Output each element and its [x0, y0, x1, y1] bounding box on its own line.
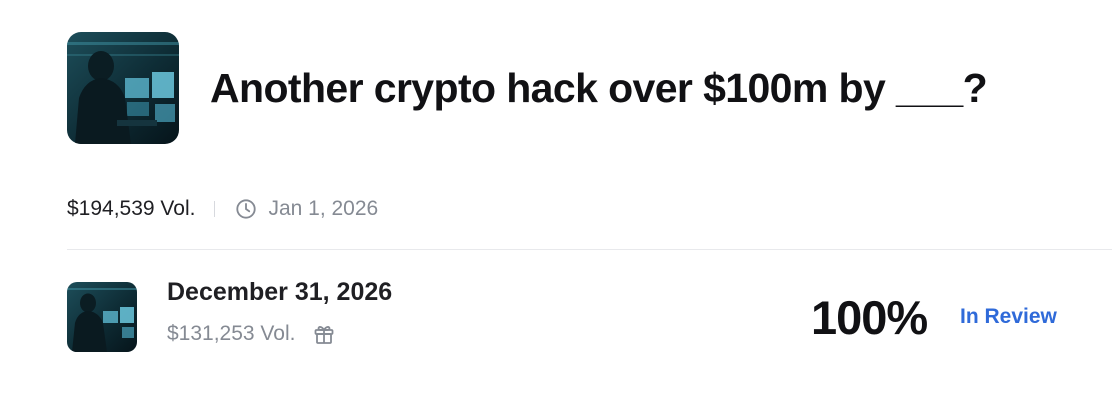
outcome-row[interactable]: December 31, 2026 $131,253 Vol. 100% In … — [67, 278, 1067, 352]
market-title: Another crypto hack over $100m by ___? — [210, 64, 988, 111]
market-end-date: Jan 1, 2026 — [268, 197, 379, 220]
market-image — [67, 32, 179, 144]
outcome-image — [67, 282, 137, 352]
outcome-probability: 100% — [811, 291, 928, 344]
market-volume: $194,539 Vol. — [67, 197, 196, 220]
outcome-status[interactable]: In Review — [960, 305, 1057, 329]
outcome-meta: $131,253 Vol. — [167, 322, 336, 346]
gift-icon[interactable] — [312, 322, 336, 346]
outcome-name: December 31, 2026 — [167, 278, 393, 306]
market-meta: $194,539 Vol. Jan 1, 2026 — [67, 193, 378, 225]
clock-icon — [236, 199, 257, 219]
outcome-volume: $131,253 Vol. — [167, 322, 296, 345]
meta-separator — [214, 201, 216, 217]
market-header: Another crypto hack over $100m by ___? — [67, 32, 988, 144]
section-divider — [67, 249, 1112, 250]
